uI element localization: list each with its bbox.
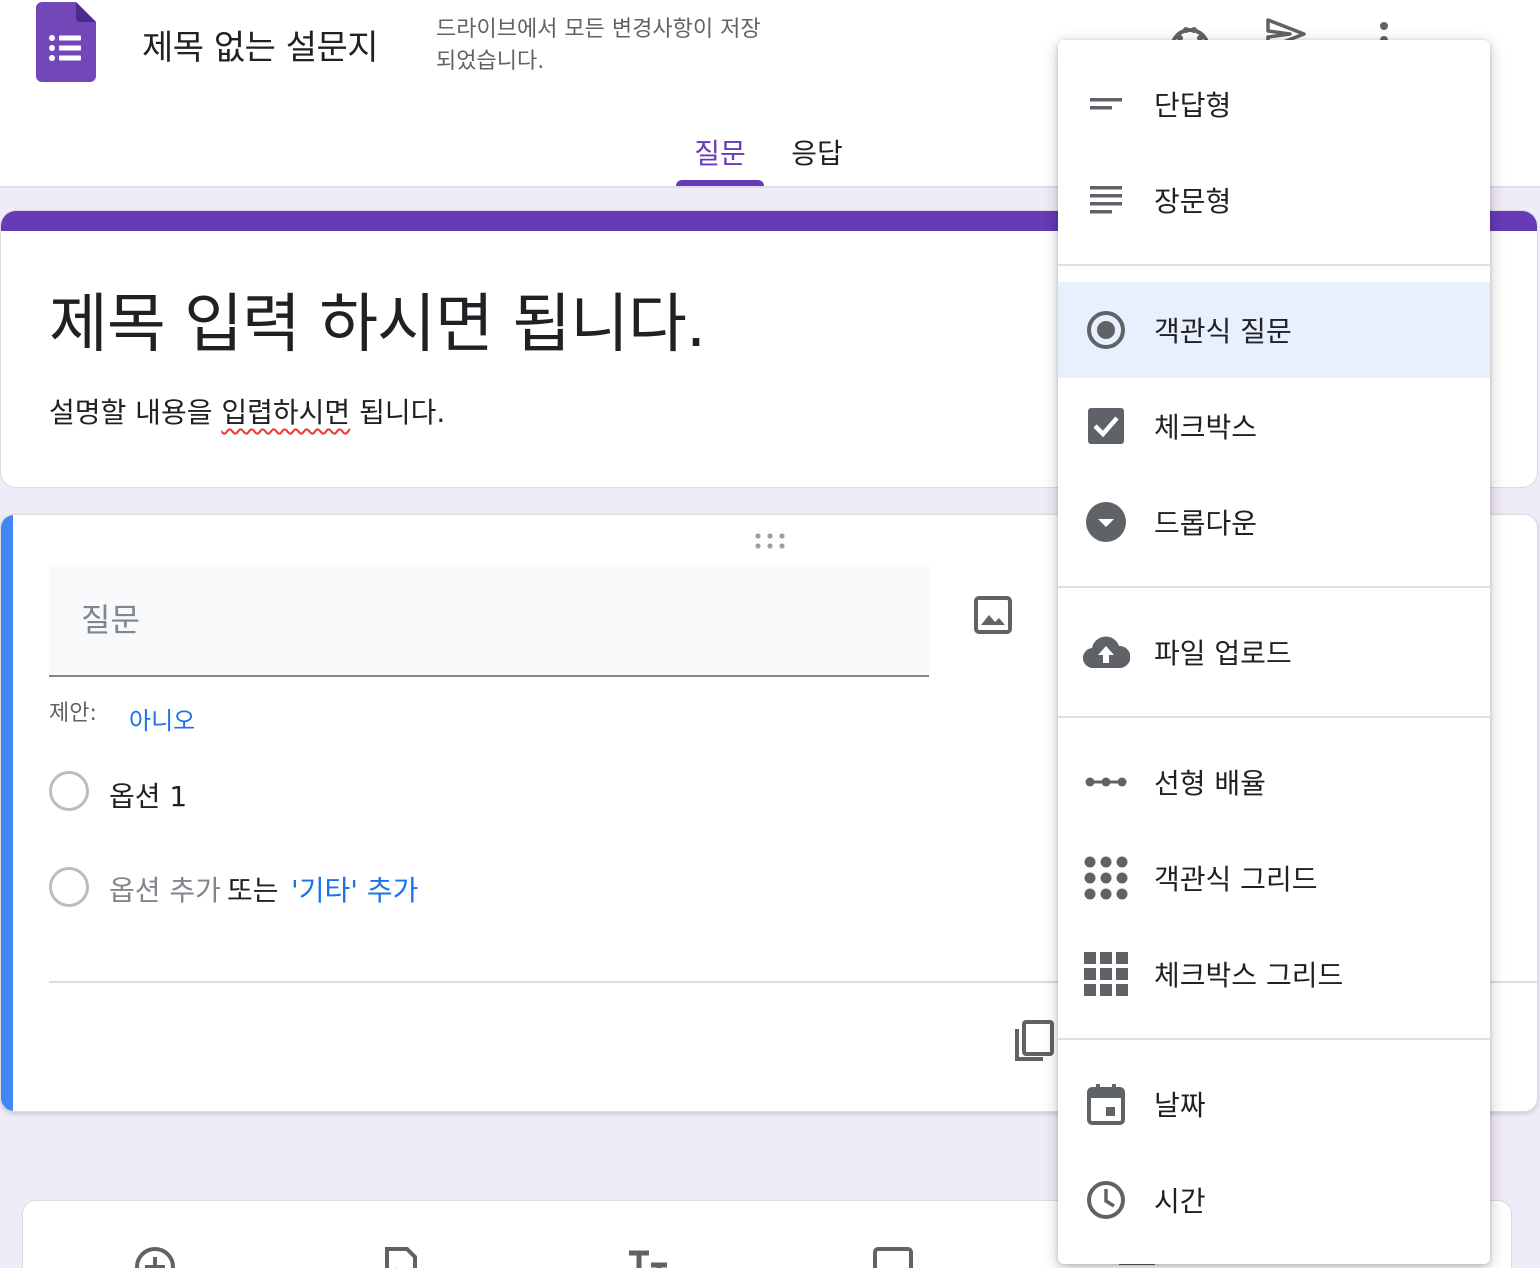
short-answer-icon: [1082, 80, 1130, 128]
menu-item-date[interactable]: 날짜: [1058, 1056, 1490, 1152]
suggestion-chip[interactable]: 아니오: [129, 701, 195, 736]
menu-item-label: 드롭다운: [1154, 507, 1258, 540]
active-tab-indicator: [676, 180, 764, 186]
menu-item-checkbox-grid[interactable]: 체크박스 그리드: [1058, 926, 1490, 1022]
forms-logo-icon[interactable]: [36, 2, 96, 82]
menu-divider: [1058, 716, 1490, 718]
menu-item-label: 장문형: [1154, 185, 1232, 218]
menu-item-label: 체크박스: [1154, 411, 1258, 444]
add-question-icon[interactable]: [133, 1245, 177, 1268]
add-option-button[interactable]: 옵션 추가: [109, 869, 221, 909]
question-type-menu: 단답형 장문형 객관식 질문 체크박스 드롭다운 파일 업로드 선형 배율 객관…: [1058, 40, 1490, 1264]
form-description-start: 설명할 내용을: [49, 396, 222, 429]
menu-divider: [1058, 1038, 1490, 1040]
add-option-radio-icon: [49, 867, 89, 907]
active-card-indicator: [1, 515, 13, 1111]
option-1-input[interactable]: 옵션 1: [109, 775, 187, 815]
add-image-icon[interactable]: [871, 1245, 915, 1268]
menu-item-label: 체크박스 그리드: [1154, 959, 1344, 992]
menu-item-time[interactable]: 시간: [1058, 1152, 1490, 1248]
import-questions-icon[interactable]: [379, 1245, 423, 1268]
calendar-icon: [1082, 1080, 1130, 1128]
question-title-input[interactable]: [49, 565, 929, 677]
paragraph-icon: [1082, 176, 1130, 224]
add-other-button[interactable]: '기타' 추가: [291, 869, 418, 909]
menu-item-file-upload[interactable]: 파일 업로드: [1058, 604, 1490, 700]
dot-grid-icon: [1082, 854, 1130, 902]
clock-icon: [1082, 1176, 1130, 1224]
menu-item-multiple-choice[interactable]: 객관식 질문: [1058, 282, 1490, 378]
menu-divider: [1058, 264, 1490, 266]
form-title[interactable]: 제목 입력 하시면 됩니다.: [49, 273, 706, 365]
or-text: 또는: [227, 874, 279, 907]
menu-item-checkbox[interactable]: 체크박스: [1058, 378, 1490, 474]
add-image-icon[interactable]: [973, 595, 1013, 635]
menu-item-dropdown[interactable]: 드롭다운: [1058, 474, 1490, 570]
radio-button-icon: [1082, 306, 1130, 354]
menu-item-paragraph[interactable]: 장문형: [1058, 152, 1490, 248]
menu-item-linear-scale[interactable]: 선형 배율: [1058, 734, 1490, 830]
tab-responses[interactable]: 응답: [782, 132, 852, 172]
menu-item-label: 객관식 질문: [1154, 315, 1292, 348]
menu-item-label: 시간: [1154, 1185, 1206, 1218]
option-radio-icon: [49, 771, 89, 811]
square-grid-icon: [1082, 950, 1130, 998]
menu-item-label: 선형 배율: [1154, 767, 1266, 800]
cloud-upload-icon: [1082, 628, 1130, 676]
form-description-end: 됩니다.: [350, 396, 446, 429]
menu-item-label: 단답형: [1154, 89, 1232, 122]
add-title-icon[interactable]: [625, 1245, 669, 1268]
duplicate-icon[interactable]: [1011, 1019, 1055, 1065]
checkbox-icon: [1082, 402, 1130, 450]
misspelled-word: 입렵하시면: [221, 396, 351, 429]
menu-divider: [1058, 586, 1490, 588]
menu-item-label: 객관식 그리드: [1154, 863, 1318, 896]
menu-item-multiple-choice-grid[interactable]: 객관식 그리드: [1058, 830, 1490, 926]
menu-item-label: 날짜: [1154, 1089, 1206, 1122]
drag-handle-icon[interactable]: [753, 531, 789, 551]
save-status-text: 드라이브에서 모든 변경사항이 저장되었습니다.: [436, 17, 761, 74]
menu-item-short-answer[interactable]: 단답형: [1058, 56, 1490, 152]
menu-item-label: 파일 업로드: [1154, 637, 1292, 670]
form-description[interactable]: 설명할 내용을 입렵하시면 됩니다.: [49, 391, 445, 431]
linear-scale-icon: [1082, 758, 1130, 806]
dropdown-icon: [1082, 498, 1130, 546]
suggestion-label: 제안:: [49, 701, 97, 726]
document-title[interactable]: 제목 없는 설문지: [142, 20, 379, 69]
tab-questions[interactable]: 질문: [676, 132, 764, 172]
